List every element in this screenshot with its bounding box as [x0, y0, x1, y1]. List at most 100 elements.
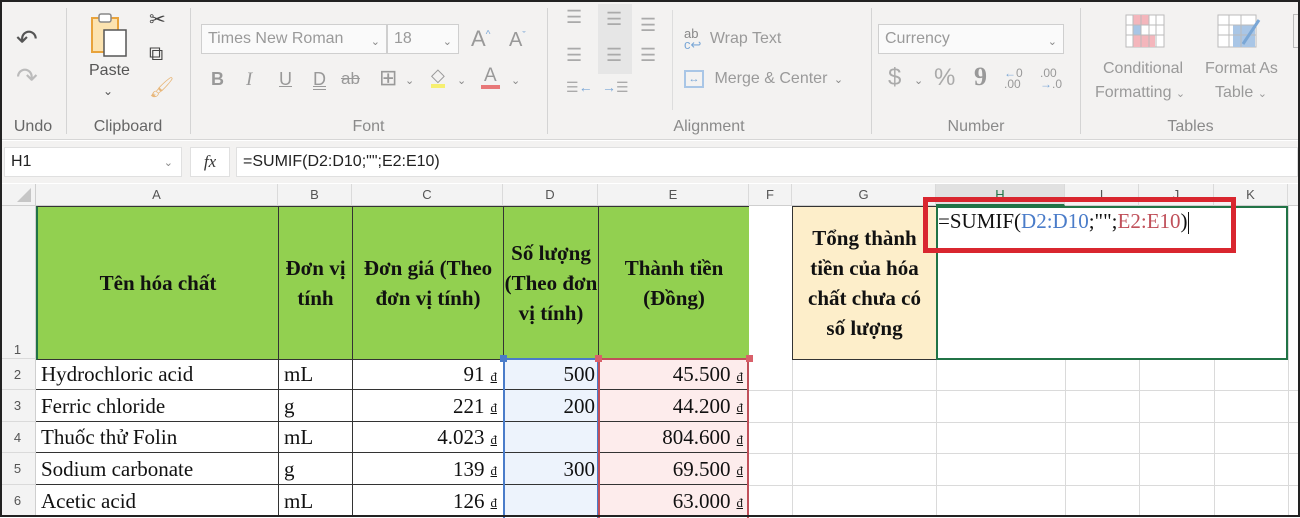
cell-unit[interactable]: g [278, 453, 352, 485]
cell-name[interactable]: Sodium carbonate [36, 453, 278, 485]
increase-decimal-label: .00 [1004, 77, 1021, 91]
copy-icon[interactable]: ⧉ [149, 44, 163, 64]
conditional-formatting-label-2: Formatting ⌄ [1095, 84, 1186, 101]
font-name-dropdown[interactable]: Times New Roman ⌄ [201, 24, 387, 54]
align-left-icon[interactable]: ☰ [566, 46, 582, 64]
format-as-table-button[interactable]: Format As Table ⌄ [1203, 12, 1287, 107]
undo-group-label: Undo [13, 118, 53, 135]
currency-format-button[interactable]: $ [888, 66, 901, 90]
summary-label-g1[interactable]: Tổng thành tiền của hóa chất chưa có số … [792, 206, 937, 360]
align-center-icon[interactable]: ☰ [606, 46, 622, 64]
cell-value: mL [284, 425, 314, 449]
row-header-2[interactable]: 2 [0, 359, 36, 390]
column-header-f[interactable]: F [749, 184, 792, 206]
header-cell-e1[interactable]: Thành tiền (Đồng) [598, 206, 749, 360]
name-box[interactable]: H1 ⌄ [4, 147, 182, 177]
cell-price[interactable]: 4.023 đ [352, 422, 503, 453]
conditional-formatting-button[interactable]: Conditional Formatting ⌄ [1095, 12, 1195, 107]
row-header-1[interactable]: 1 [0, 206, 36, 359]
column-header-a[interactable]: A [36, 184, 278, 206]
underline-button[interactable]: U [279, 70, 292, 88]
column-header-g[interactable]: G [792, 184, 936, 206]
column-header-e[interactable]: E [598, 184, 749, 206]
cell-unit[interactable]: mL [278, 359, 352, 390]
chevron-down-icon[interactable]: ⌄ [914, 74, 923, 87]
formula-input[interactable]: =SUMIF(D2:D10;"";E2:E10) [236, 147, 1298, 177]
header-cell-d1[interactable]: Số lượng (Theo đơn vị tính) [503, 206, 599, 360]
increase-indent-icon[interactable]: →☰ [602, 80, 629, 94]
paste-dropdown-icon[interactable]: ⌄ [103, 84, 113, 98]
row-header-4[interactable]: 4 [0, 422, 36, 453]
range-handle[interactable] [746, 355, 753, 362]
chevron-down-icon[interactable]: ⌄ [405, 74, 414, 87]
range-handle[interactable] [595, 355, 602, 362]
cell-unit[interactable]: mL [278, 485, 352, 517]
increase-font-icon[interactable]: A^ [471, 28, 490, 50]
insert-function-button[interactable]: fx [190, 147, 230, 177]
chevron-down-icon[interactable]: ⌄ [511, 74, 520, 87]
header-cell-c1[interactable]: Đơn giá (Theo đơn vị tính) [352, 206, 504, 360]
decrease-font-icon[interactable]: Aˇ [509, 30, 526, 50]
cell-unit[interactable]: mL [278, 422, 352, 453]
align-top-icon[interactable]: ☰ [566, 8, 582, 26]
merge-center-button[interactable]: ↔ Merge & Center ⌄ [684, 70, 843, 88]
formula-bar: H1 ⌄ fx =SUMIF(D2:D10;"";E2:E10) [0, 141, 1300, 183]
column-header-c[interactable]: C [352, 184, 503, 206]
cell-value: Thuốc thử Folin [41, 425, 178, 449]
select-all-corner[interactable] [0, 184, 36, 206]
header-cell-a1[interactable]: Tên hóa chất [36, 206, 279, 360]
paste-icon [91, 13, 127, 57]
cell-name[interactable]: Acetic acid [36, 485, 278, 517]
row-header-6[interactable]: 6 [0, 485, 36, 517]
name-box-value: H1 [11, 153, 32, 170]
currency-symbol: đ [490, 400, 498, 415]
align-right-icon[interactable]: ☰ [640, 46, 656, 64]
strikethrough-button[interactable]: ab [341, 70, 360, 87]
font-name-value: Times New Roman [208, 30, 344, 47]
cell-price[interactable]: 139 đ [352, 453, 503, 485]
paste-button[interactable]: Paste ⌄ [87, 10, 133, 102]
cell-price[interactable]: 126 đ [352, 485, 503, 517]
italic-button[interactable]: I [246, 70, 252, 89]
cell-unit[interactable]: g [278, 390, 352, 422]
font-color-icon[interactable]: A [481, 66, 500, 89]
fill-color-icon[interactable]: ◇ [431, 66, 445, 88]
range-border-d2-d10 [503, 358, 599, 518]
comma-style-button[interactable]: 9 [974, 64, 987, 90]
format-painter-icon[interactable]: 🖌 [149, 78, 174, 98]
row-header-5[interactable]: 5 [0, 453, 36, 485]
range-handle[interactable] [500, 355, 507, 362]
wrap-text-button[interactable]: ab c↩ Wrap Text [684, 27, 781, 51]
align-bottom-icon[interactable]: ☰ [640, 16, 656, 34]
number-format-dropdown[interactable]: Currency ⌄ [878, 24, 1064, 54]
undo-icon[interactable]: ↶ [16, 26, 38, 52]
chevron-down-icon[interactable]: ⌄ [457, 74, 466, 87]
double-underline-button[interactable]: D [313, 70, 326, 88]
row-header-3[interactable]: 3 [0, 390, 36, 422]
cell-value: Hydrochloric acid [41, 362, 194, 386]
chevron-down-icon: ⌄ [1047, 36, 1057, 48]
decrease-decimal-button[interactable]: .00 →.0 [1040, 67, 1062, 90]
decrease-indent-icon[interactable]: ☰← [566, 80, 593, 94]
cell-name[interactable]: Ferric chloride [36, 390, 278, 422]
increase-decimal-button[interactable]: ←0.00 [1004, 67, 1023, 91]
range-border-e2-e10 [598, 358, 749, 518]
align-middle-icon[interactable]: ☰ [606, 10, 622, 28]
bold-button[interactable]: B [211, 70, 224, 88]
column-header-b[interactable]: B [278, 184, 352, 206]
column-header-d[interactable]: D [503, 184, 598, 206]
font-size-dropdown[interactable]: 18 ⌄ [387, 24, 459, 54]
cell-name[interactable]: Thuốc thử Folin [36, 422, 278, 453]
cut-icon[interactable]: ✂ [149, 10, 166, 30]
column-header-l[interactable] [1288, 184, 1300, 206]
chevron-down-icon[interactable]: ⌄ [164, 156, 173, 169]
header-cell-b1[interactable]: Đơn vị tính [278, 206, 353, 360]
cell-name[interactable]: Hydrochloric acid [36, 359, 278, 390]
number-group-label: Number [947, 118, 1005, 135]
redo-icon[interactable]: ↷ [16, 64, 38, 90]
cell-price[interactable]: 91 đ [352, 359, 503, 390]
cell-styles-icon[interactable] [1293, 14, 1300, 48]
borders-icon[interactable]: ⊞ [379, 67, 397, 89]
cell-price[interactable]: 221 đ [352, 390, 503, 422]
percent-button[interactable]: % [934, 66, 955, 90]
